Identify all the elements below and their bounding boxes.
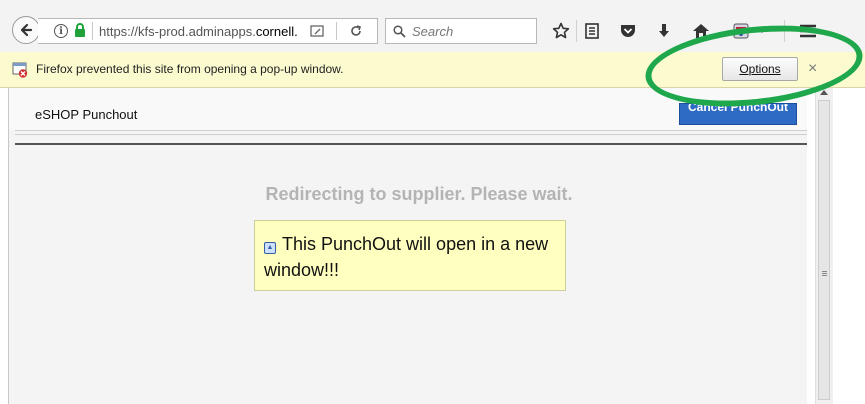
url-bar[interactable]: i https://kfs-prod.adminapps.cornell. [38,18,378,44]
page-scrollbar[interactable] [815,88,833,404]
popup-message: This PunchOut will open in a new window!… [264,234,549,280]
url-prefix: https://kfs-prod.adminapps. [99,23,256,39]
back-button[interactable] [12,16,40,44]
popup-blocked-icon [12,62,28,78]
header-divider-2 [15,134,807,135]
thumb-grip-icon [822,271,827,272]
search-icon [393,24,406,38]
page-title: eSHOP Punchout [35,107,138,122]
reload-icon[interactable] [343,24,369,38]
toolbar-separator [576,20,577,42]
notification-message: Firefox prevented this site from opening… [36,62,344,76]
info-tip-icon: ▲ [264,242,276,254]
pocket-icon[interactable] [617,20,639,42]
redirect-message: Redirecting to supplier. Please wait. [265,184,573,204]
header-divider [15,130,807,131]
url-separator-2 [336,22,337,40]
url-separator [92,22,93,40]
search-placeholder: Search [412,23,454,39]
bookmark-star-icon[interactable] [550,20,572,42]
popup-info-box: ▲ This PunchOut will open in a new window… [254,220,566,291]
reading-list-icon[interactable] [581,20,603,42]
page-content: eSHOP Punchout Cancel PunchOut Redirecti… [8,88,807,404]
back-arrow-icon [20,23,33,37]
lock-icon[interactable] [74,22,86,40]
scroll-up-arrow-icon[interactable] [820,90,828,95]
info-icon[interactable]: i [54,24,68,38]
search-bar[interactable]: Search [385,18,537,44]
scroll-thumb[interactable] [818,100,830,400]
download-icon[interactable] [653,20,675,42]
header-divider-3 [15,143,807,145]
url-text[interactable]: https://kfs-prod.adminapps.cornell. [99,24,304,39]
url-host: cornell. [255,23,298,39]
reader-view-icon[interactable] [304,24,330,38]
